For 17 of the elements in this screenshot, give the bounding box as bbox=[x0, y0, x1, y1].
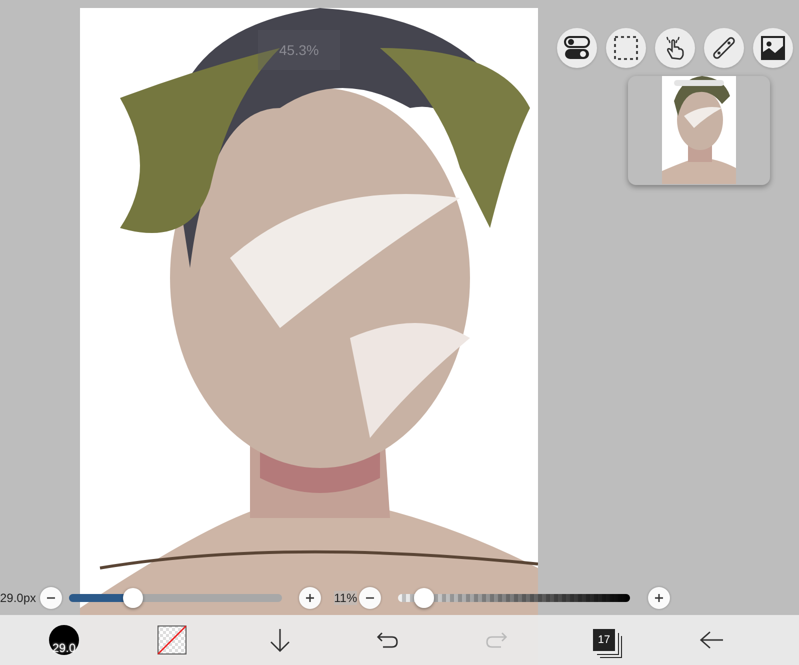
hand-icon[interactable] bbox=[655, 28, 695, 68]
ruler-icon[interactable] bbox=[704, 28, 744, 68]
opacity-reading: 11% bbox=[334, 591, 358, 605]
eraser-swatch-icon[interactable] bbox=[157, 625, 187, 655]
brush-size-slider[interactable] bbox=[69, 588, 282, 608]
brush-size-reading: 29.0px bbox=[0, 591, 38, 605]
image-icon[interactable] bbox=[753, 28, 793, 68]
toggle-icon[interactable] bbox=[557, 28, 597, 68]
plus-icon[interactable] bbox=[648, 587, 670, 609]
undo-icon[interactable] bbox=[376, 630, 400, 650]
down-arrow-icon[interactable] bbox=[268, 627, 292, 653]
opacity-slider[interactable] bbox=[398, 588, 630, 608]
zoom-level-label: 45.3% bbox=[258, 30, 340, 70]
back-arrow-icon[interactable] bbox=[699, 630, 725, 650]
brush-color-button[interactable]: 29.0 bbox=[49, 625, 79, 655]
selection-icon[interactable] bbox=[606, 28, 646, 68]
layers-button[interactable]: 17 bbox=[593, 629, 615, 651]
